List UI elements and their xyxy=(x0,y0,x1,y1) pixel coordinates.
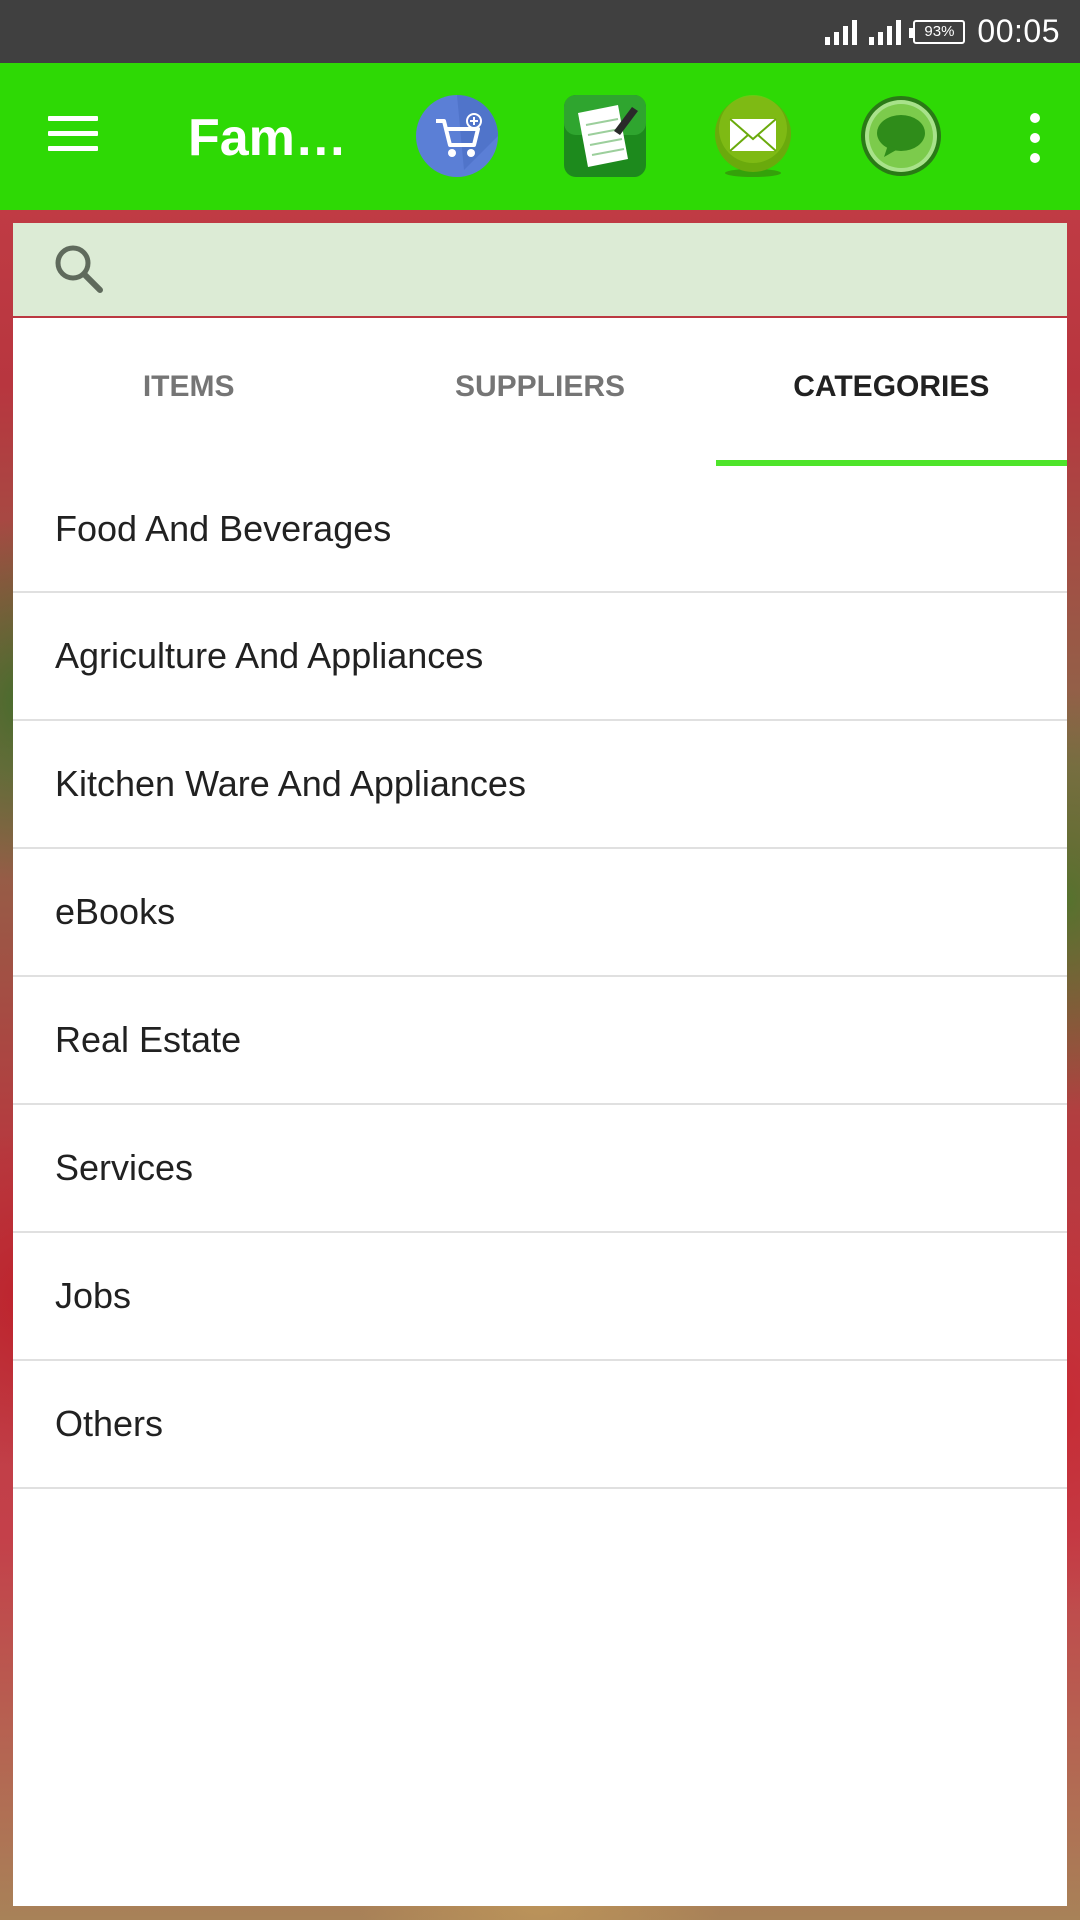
notepad-icon[interactable] xyxy=(562,93,648,179)
search-icon[interactable] xyxy=(51,241,107,297)
more-options-button[interactable] xyxy=(1028,113,1042,163)
more-dot xyxy=(1030,133,1040,143)
category-item-ebooks[interactable]: eBooks xyxy=(13,849,1067,977)
content-panel: ITEMS SUPPLIERS CATEGORIES Food And Beve… xyxy=(13,318,1068,1906)
chat-icon[interactable] xyxy=(858,93,944,179)
clock: 00:05 xyxy=(977,13,1060,49)
category-item-agriculture[interactable]: Agriculture And Appliances xyxy=(13,593,1067,721)
mail-icon[interactable] xyxy=(710,93,796,179)
hamburger-icon-line xyxy=(48,116,98,121)
tab-suppliers[interactable]: SUPPLIERS xyxy=(364,318,715,466)
category-item-food-and-beverages[interactable]: Food And Beverages xyxy=(13,466,1067,593)
battery-level: 93% xyxy=(924,23,955,40)
app-bar: Famu… xyxy=(0,63,1080,210)
category-list: Food And Beverages Agriculture And Appli… xyxy=(13,466,1067,1489)
search-bar xyxy=(13,223,1067,316)
category-item-kitchen-ware[interactable]: Kitchen Ware And Appliances xyxy=(13,721,1067,849)
status-bar: 93% 00:05 xyxy=(0,0,1080,63)
signal-icon xyxy=(825,19,858,45)
more-dot xyxy=(1030,113,1040,123)
status-indicators: 93% 00:05 xyxy=(825,0,1060,63)
signal-icon-2 xyxy=(869,19,902,45)
category-item-jobs[interactable]: Jobs xyxy=(13,1233,1067,1361)
tab-items[interactable]: ITEMS xyxy=(13,318,364,466)
tab-categories[interactable]: CATEGORIES xyxy=(715,318,1068,466)
tab-bar: ITEMS SUPPLIERS CATEGORIES xyxy=(13,318,1068,466)
cart-icon[interactable] xyxy=(414,93,500,179)
category-item-real-estate[interactable]: Real Estate xyxy=(13,977,1067,1105)
hamburger-icon-line xyxy=(48,131,98,136)
search-input[interactable] xyxy=(123,243,1047,297)
battery-icon: 93% xyxy=(909,19,966,44)
category-item-services[interactable]: Services xyxy=(13,1105,1067,1233)
app-title: Famu… xyxy=(188,109,366,167)
category-item-others[interactable]: Others xyxy=(13,1361,1067,1489)
menu-button[interactable] xyxy=(48,116,98,156)
more-dot xyxy=(1030,153,1040,163)
hamburger-icon-line xyxy=(48,146,98,151)
